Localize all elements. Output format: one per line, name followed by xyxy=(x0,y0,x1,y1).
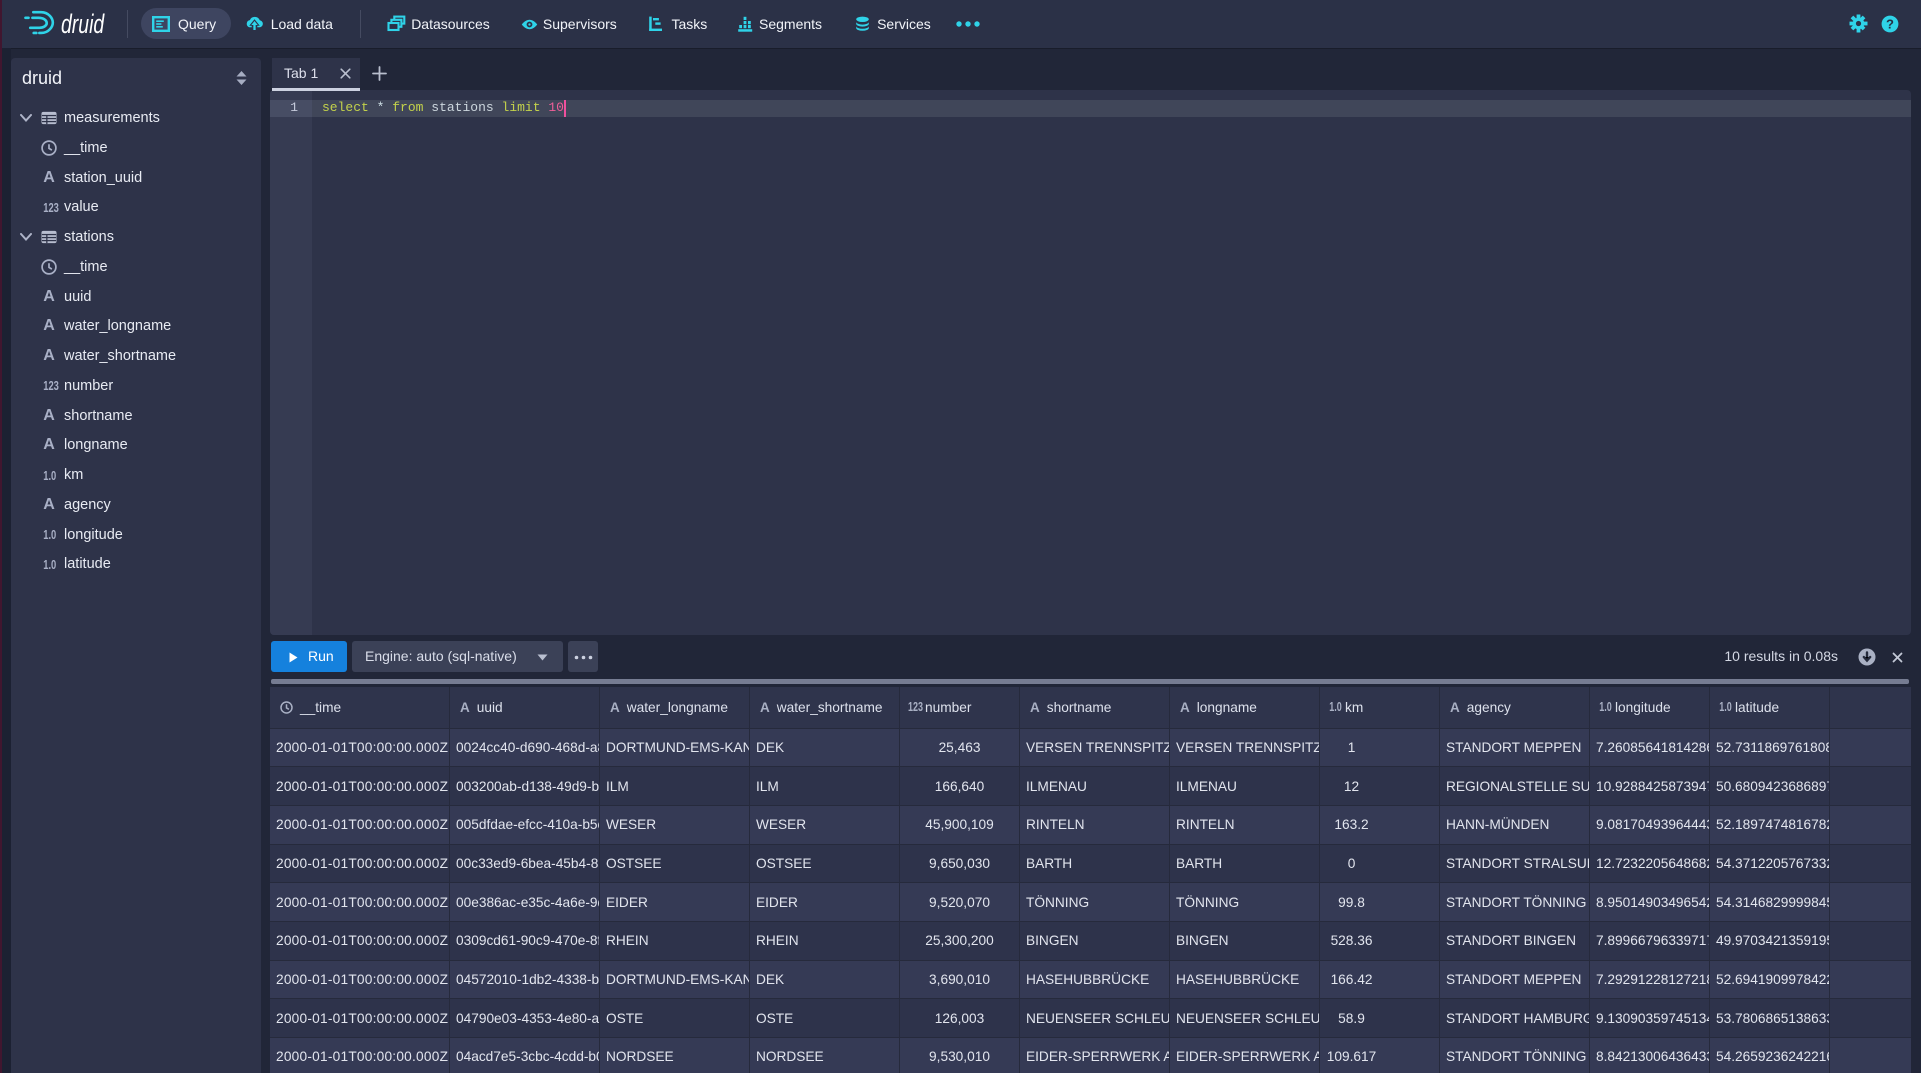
svg-text:?: ? xyxy=(1886,16,1894,31)
